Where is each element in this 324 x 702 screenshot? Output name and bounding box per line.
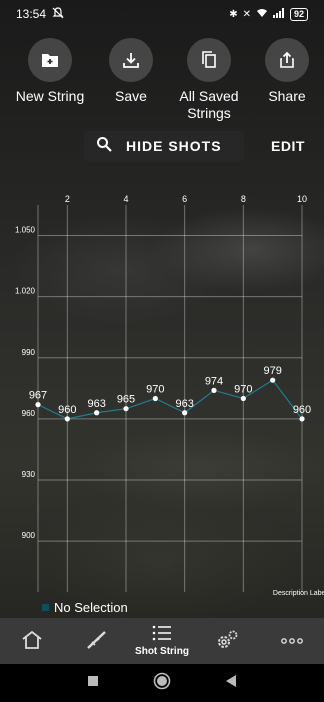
data-label: 974 [205, 375, 223, 387]
data-point [64, 416, 70, 422]
battery-icon: 92 [289, 7, 308, 21]
description-label: Description Label [273, 590, 324, 597]
home-icon [21, 630, 43, 653]
data-label: 979 [263, 365, 281, 377]
x-tick-label: 6 [182, 194, 187, 204]
nav-shot-string[interactable]: Shot String [130, 618, 195, 664]
data-point [270, 377, 276, 383]
signal-icon [272, 7, 285, 21]
all-saved-strings-label: All Saved Strings [179, 88, 239, 121]
save-label: Save [115, 88, 147, 104]
x-tick-label: 4 [123, 194, 128, 204]
data-point [211, 387, 217, 393]
nav-more[interactable] [259, 618, 324, 664]
legend-swatch [42, 604, 49, 611]
share-icon [265, 38, 309, 82]
status-bar: 13:54 ✱ ✕ 92 [0, 0, 324, 28]
copy-icon [187, 38, 231, 82]
mute-icon: ✕ [242, 8, 251, 20]
data-label: 963 [175, 398, 193, 410]
download-icon [109, 38, 153, 82]
nav-home[interactable] [0, 618, 65, 664]
velocity-chart: 2 4 6 8 10 1.050 1.020 990 960 930 900 967 960 963 965… [15, 194, 324, 597]
action-bar: New String Save All Saved Strings Share [0, 38, 324, 121]
data-label: 967 [29, 390, 47, 402]
rifle-icon [85, 629, 109, 654]
data-label: 960 [293, 404, 311, 416]
data-point [152, 395, 158, 402]
data-point [240, 395, 246, 402]
legend-label: No Selection [54, 600, 128, 615]
x-tick-label: 2 [65, 194, 70, 204]
new-string-button[interactable]: New String [5, 38, 95, 105]
share-button[interactable]: Share [242, 38, 324, 105]
data-label: 963 [87, 398, 105, 410]
data-point [182, 410, 188, 416]
list-icon [152, 625, 172, 644]
notification-muted-icon [52, 6, 64, 22]
data-label: 960 [58, 404, 76, 416]
y-tick-label: 990 [22, 348, 36, 357]
data-point [299, 416, 305, 422]
bottom-nav: Shot String [0, 618, 324, 664]
y-tick-label: 930 [22, 470, 36, 479]
back-button[interactable] [225, 674, 237, 693]
y-tick-label: 1.020 [15, 287, 36, 296]
x-tick-label: 8 [241, 194, 246, 204]
data-point [94, 410, 100, 416]
gears-icon [215, 629, 239, 654]
data-label: 970 [234, 384, 252, 396]
system-nav-bar [0, 664, 324, 702]
save-button[interactable]: Save [86, 38, 176, 105]
recents-button[interactable] [87, 674, 99, 692]
more-icon [280, 636, 303, 647]
chart-legend: No Selection [42, 600, 128, 615]
status-time: 13:54 [16, 7, 47, 21]
wifi-icon [256, 8, 268, 21]
nav-shot-string-label: Shot String [135, 646, 189, 657]
home-button[interactable] [153, 672, 171, 695]
share-label: Share [268, 88, 306, 104]
data-point [35, 402, 41, 408]
search-icon [96, 136, 112, 157]
series-line [37, 379, 303, 420]
y-tick-label: 1.050 [15, 226, 36, 235]
data-point [123, 406, 129, 412]
bluetooth-icon: ✱ [229, 8, 238, 20]
hide-shots-button[interactable]: HIDE SHOTS [84, 131, 244, 161]
hide-shots-label: HIDE SHOTS [126, 138, 222, 154]
y-tick-label: 960 [22, 409, 36, 418]
add-folder-icon [28, 38, 72, 82]
nav-rifle[interactable] [65, 618, 130, 664]
new-string-label: New String [15, 88, 85, 104]
x-tick-label: 10 [297, 194, 307, 204]
chart-toolbar: HIDE SHOTS EDIT [0, 131, 324, 161]
data-label: 965 [117, 394, 135, 406]
nav-settings[interactable] [194, 618, 259, 664]
data-label: 970 [146, 384, 164, 396]
edit-button[interactable]: EDIT [262, 131, 314, 161]
all-saved-strings-button[interactable]: All Saved Strings [164, 38, 254, 122]
y-tick-label: 900 [22, 531, 36, 540]
